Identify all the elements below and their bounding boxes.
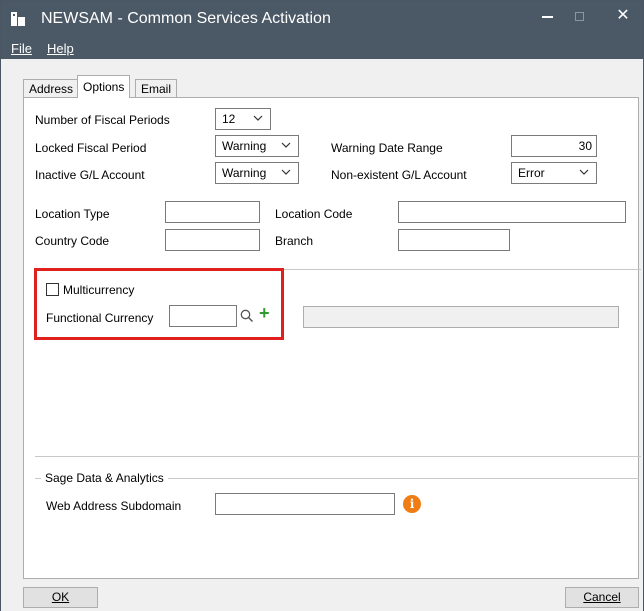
multicurrency-label: Multicurrency [63, 283, 135, 297]
inactive-account-label: Inactive G/L Account [35, 168, 145, 182]
maximize-button[interactable] [557, 1, 601, 33]
chevron-down-icon [253, 115, 263, 121]
tab-email[interactable]: Email [135, 79, 178, 97]
minimize-icon [541, 15, 553, 18]
fiscal-periods-value: 12 [222, 112, 236, 126]
multicurrency-checkbox[interactable] [46, 283, 59, 296]
functional-currency-input[interactable] [169, 305, 237, 327]
menu-bar: File Help [1, 37, 643, 59]
subdomain-label: Web Address Subdomain [46, 499, 182, 513]
menu-help[interactable]: Help [47, 41, 74, 56]
subdomain-input[interactable] [215, 493, 395, 515]
cancel-button[interactable]: Cancel [565, 587, 639, 608]
tab-address[interactable]: Address [23, 79, 80, 97]
locked-period-label: Locked Fiscal Period [35, 141, 147, 155]
nonexistent-account-label: Non-existent G/L Account [331, 168, 467, 182]
fiscal-periods-select[interactable]: 12 [215, 108, 271, 130]
branch-input[interactable] [398, 229, 510, 251]
tab-options[interactable]: Options [77, 75, 131, 98]
nonexistent-account-select[interactable]: Error [511, 162, 597, 184]
inactive-account-value: Warning [222, 166, 267, 180]
menu-file-label: File [11, 41, 32, 56]
ok-button-label: OK [51, 590, 70, 604]
location-code-input[interactable] [398, 201, 626, 223]
ok-button[interactable]: OK [23, 587, 98, 608]
info-icon[interactable]: i [403, 495, 421, 513]
menu-help-label: Help [47, 41, 74, 56]
sage-analytics-legend: Sage Data & Analytics [41, 471, 168, 485]
location-type-label: Location Type [35, 207, 110, 221]
search-icon[interactable] [239, 308, 255, 324]
close-icon: ✕ [616, 7, 630, 24]
country-code-input[interactable] [165, 229, 260, 251]
title-bar: NEWSAM - Common Services Activation ✕ [1, 1, 643, 37]
chevron-down-icon [579, 169, 589, 175]
currency-description-field [303, 306, 619, 328]
locked-period-value: Warning [222, 139, 267, 153]
window-title: NEWSAM - Common Services Activation [41, 10, 331, 27]
branch-label: Branch [275, 234, 314, 248]
add-icon[interactable]: + [259, 304, 270, 322]
chevron-down-icon [281, 142, 291, 148]
location-code-label: Location Code [275, 207, 353, 221]
warning-range-label: Warning Date Range [331, 141, 443, 155]
app-icon [11, 12, 25, 26]
country-code-label: Country Code [35, 234, 110, 248]
menu-file[interactable]: File [11, 41, 32, 56]
locked-period-select[interactable]: Warning [215, 135, 299, 157]
warning-range-input[interactable]: 30 [511, 135, 597, 157]
chevron-down-icon [281, 169, 291, 175]
location-type-input[interactable] [165, 201, 260, 223]
nonexistent-account-value: Error [518, 166, 545, 180]
multicurrency-group [35, 269, 641, 457]
functional-currency-label: Functional Currency [46, 311, 154, 325]
cancel-button-label: Cancel [583, 590, 621, 604]
inactive-account-select[interactable]: Warning [215, 162, 299, 184]
maximize-icon [574, 12, 584, 22]
activation-window: NEWSAM - Common Services Activation ✕ Fi… [0, 0, 644, 611]
fiscal-periods-label: Number of Fiscal Periods [35, 113, 170, 127]
close-button[interactable]: ✕ [601, 1, 644, 33]
